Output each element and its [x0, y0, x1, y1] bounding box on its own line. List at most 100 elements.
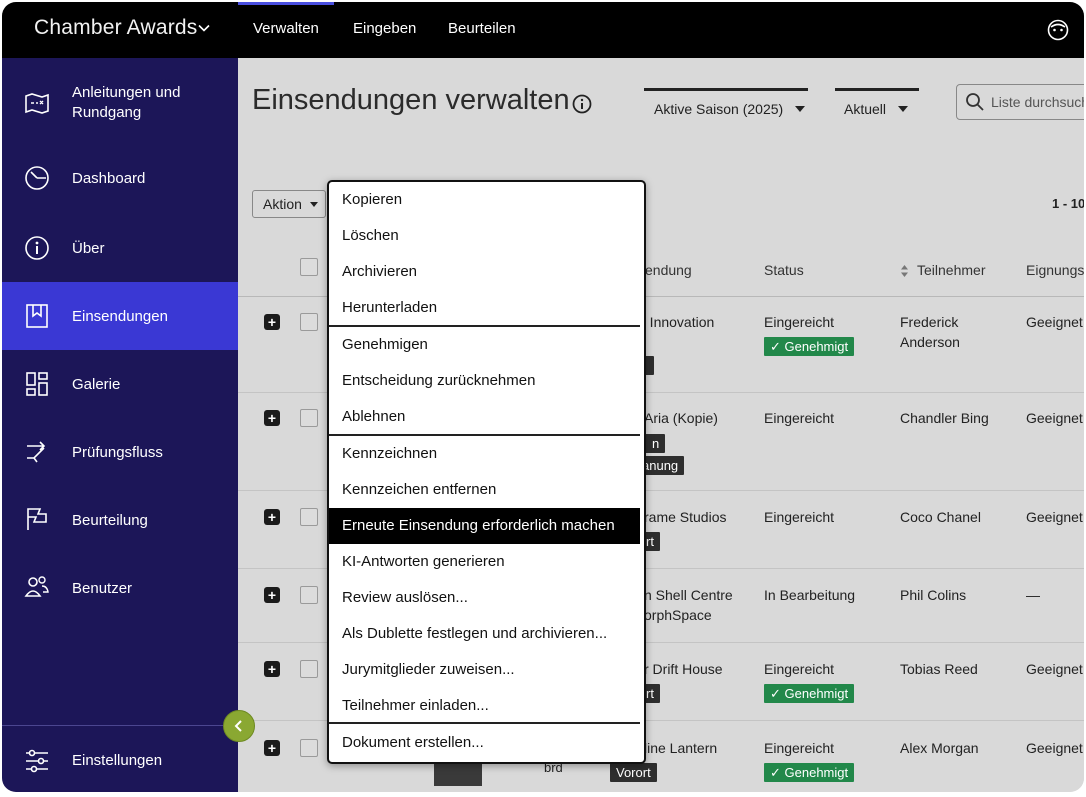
menu-item-label: Erneute Einsendung erforderlich machen — [342, 517, 615, 534]
row-checkbox[interactable] — [300, 739, 318, 757]
menu-item-delete[interactable]: Löschen — [329, 218, 640, 254]
nav-eingeben[interactable]: Eingeben — [338, 2, 431, 58]
entry-name[interactable]: r Drift House — [644, 659, 723, 679]
user-face-icon[interactable] — [1047, 19, 1069, 41]
status-text: Eingereicht — [764, 661, 835, 677]
sidebar-item-label: Über — [72, 240, 105, 257]
sidebar-divider — [2, 725, 238, 726]
status-text: Eingereicht — [764, 410, 835, 426]
menu-item-label: Kennzeichen entfernen — [342, 481, 497, 498]
menu-item-label: Löschen — [342, 227, 399, 244]
row-checkbox[interactable] — [300, 586, 318, 604]
flow-icon — [27, 441, 46, 463]
menu-item-trigger-review[interactable]: Review auslösen... — [329, 580, 640, 616]
expand-row-icon[interactable]: + — [264, 661, 280, 677]
menu-item-create-document[interactable]: Dokument erstellen... — [329, 725, 640, 761]
sidebar-item-label: Galerie — [72, 376, 121, 393]
menu-item-revoke-decision[interactable]: Entscheidung zurücknehmen — [329, 363, 640, 399]
check-icon: ✓ — [770, 339, 785, 354]
sidebar-item-review-flow[interactable]: Prüfungsfluss — [2, 418, 238, 486]
eligibility-text: — — [1026, 587, 1040, 603]
check-icon: ✓ — [770, 686, 785, 701]
column-header-status[interactable]: Status — [764, 262, 804, 278]
status-badge: ✓ Genehmigt — [764, 763, 855, 782]
expand-row-icon[interactable]: + — [264, 740, 280, 756]
eligibility-text: Geeignet — [1026, 410, 1083, 426]
menu-item-reject[interactable]: Ablehnen — [329, 399, 640, 435]
expand-row-icon[interactable]: + — [264, 314, 280, 330]
expand-row-icon[interactable]: + — [264, 587, 280, 603]
sidebar-item-about[interactable]: Über — [2, 214, 238, 282]
state-filter-value: Aktuell — [844, 101, 887, 117]
search-box[interactable]: Liste durchsuchen — [956, 84, 1084, 120]
map-icon — [25, 93, 49, 114]
menu-item-archive[interactable]: Archivieren — [329, 254, 640, 290]
action-dropdown-button[interactable]: Aktion — [252, 190, 326, 218]
status-text: In Bearbeitung — [764, 587, 856, 603]
menu-item-download[interactable]: Herunterladen — [329, 290, 640, 326]
entry-name[interactable]: orphSpace — [644, 605, 712, 625]
row-checkbox[interactable] — [300, 313, 318, 331]
menu-item-remove-tag[interactable]: Kennzeichen entfernen — [329, 472, 640, 508]
nav-beurteilen[interactable]: Beurteilen — [433, 2, 531, 58]
expand-row-icon[interactable]: + — [264, 410, 280, 426]
sidebar-item-label: Dashboard — [72, 170, 146, 187]
page-title: Einsendungen verwalten — [252, 84, 570, 116]
entry-name[interactable]: o Innovation — [638, 312, 714, 332]
entry-name[interactable]: n Shell Centre — [644, 585, 733, 605]
caret-down-icon — [898, 106, 909, 112]
sort-icon[interactable] — [900, 264, 909, 278]
entry-name[interactable]: line Lantern — [644, 738, 717, 758]
collapse-sidebar-button[interactable] — [223, 710, 255, 742]
chevron-down-icon[interactable] — [198, 22, 210, 34]
menu-item-label: Kopieren — [342, 191, 403, 208]
column-header-entry[interactable]: sendung — [638, 262, 692, 278]
menu-item-label: Als Dublette festlegen und archivieren..… — [342, 625, 608, 642]
column-header-participant[interactable]: Teilnehmer — [917, 262, 985, 278]
sidebar-item-settings[interactable]: Einstellungen — [2, 728, 238, 792]
sidebar-item-users[interactable]: Benutzer — [2, 554, 238, 622]
chevron-left-icon — [234, 720, 242, 732]
row-checkbox[interactable] — [300, 409, 318, 427]
expand-row-icon[interactable]: + — [264, 509, 280, 525]
column-header-eligibility[interactable]: Eignungss — [1026, 262, 1084, 278]
status-text: Eingereicht — [764, 314, 835, 330]
menu-item-invite-participants[interactable]: Teilnehmer einladen... — [329, 688, 640, 724]
menu-item-mark-duplicate[interactable]: Als Dublette festlegen und archivieren..… — [329, 616, 640, 652]
menu-item-label: Archivieren — [342, 263, 418, 280]
app-title[interactable]: Chamber Awards — [34, 16, 198, 40]
menu-item-generate-ai-answers[interactable]: KI-Antworten generieren — [329, 544, 640, 580]
state-filter-dropdown[interactable]: Aktuell — [835, 88, 919, 123]
sidebar-item-dashboard[interactable]: Dashboard — [2, 144, 238, 212]
sidebar-item-judging[interactable]: Beurteilung — [2, 486, 238, 554]
sidebar-item-guides[interactable]: Anleitungen und Rundgang — [2, 68, 238, 136]
season-filter-dropdown[interactable]: Aktive Saison (2025) — [644, 88, 808, 123]
search-placeholder: Liste durchsuchen — [991, 94, 1084, 110]
select-all-checkbox[interactable] — [300, 258, 318, 276]
caret-down-icon — [795, 106, 806, 112]
bookmark-icon — [26, 304, 48, 328]
menu-item-label: Ablehnen — [342, 408, 406, 425]
sidebar-item-submissions[interactable]: Einsendungen — [2, 282, 238, 350]
check-icon: ✓ — [770, 765, 785, 780]
entry-name[interactable]: Aria (Kopie) — [644, 408, 718, 428]
nav-verwalten[interactable]: Verwalten — [238, 2, 334, 61]
search-icon — [966, 93, 984, 111]
participant-name: Tobias Reed — [900, 661, 978, 677]
flag-icon — [27, 508, 47, 530]
row-checkbox[interactable] — [300, 660, 318, 678]
sliders-icon — [26, 749, 48, 773]
sidebar-item-label: Rundgang — [72, 104, 142, 121]
menu-item-tag[interactable]: Kennzeichnen — [329, 436, 640, 472]
gallery-icon — [26, 372, 48, 396]
sidebar-item-gallery[interactable]: Galerie — [2, 350, 238, 418]
menu-item-require-resubmission[interactable]: Erneute Einsendung erforderlich machen — [329, 508, 640, 544]
menu-item-copy[interactable]: Kopieren — [329, 182, 640, 218]
menu-item-approve[interactable]: Genehmigen — [329, 327, 640, 363]
participant-name: Coco Chanel — [900, 509, 981, 525]
entry-name[interactable]: rame Studios — [644, 507, 726, 527]
menu-item-assign-jury[interactable]: Jurymitglieder zuweisen... — [329, 652, 640, 688]
row-checkbox[interactable] — [300, 508, 318, 526]
info-icon[interactable] — [572, 94, 592, 114]
pagination-range: 1 - 10 — [1052, 196, 1084, 211]
